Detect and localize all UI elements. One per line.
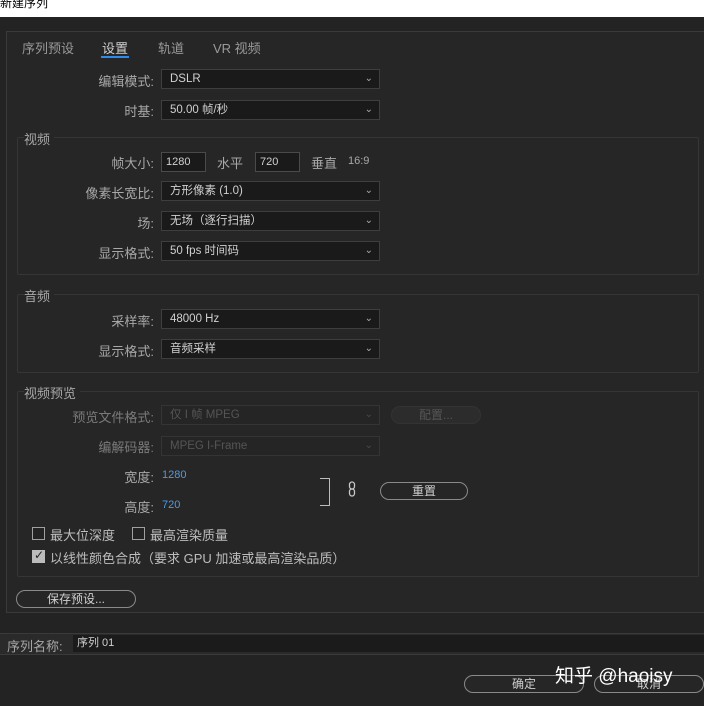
vertical-label: 垂直: [311, 156, 338, 171]
codec-value: MPEG I-Frame: [170, 440, 248, 452]
linear-color-checkbox[interactable]: [32, 548, 45, 563]
window-title: 新建序列: [0, 0, 49, 10]
audio-display-format-dropdown[interactable]: 音频采样 ⌄: [161, 339, 380, 359]
preview-file-format-dropdown: 仅 I 帧 MPEG ⌄: [161, 405, 380, 425]
chevron-down-icon: ⌄: [364, 440, 373, 451]
fields-dropdown[interactable]: 无场（逐行扫描） ⌄: [161, 211, 380, 231]
tab-tracks[interactable]: 轨道: [158, 38, 184, 57]
chevron-down-icon: ⌄: [364, 313, 373, 324]
link-bracket: [320, 478, 330, 506]
preview-width-value[interactable]: 1280: [162, 469, 186, 481]
audio-display-format-label: 显示格式:: [98, 344, 154, 359]
editing-mode-dropdown[interactable]: DSLR ⌄: [161, 69, 380, 89]
pixel-aspect-label: 像素长宽比:: [85, 186, 154, 201]
save-preset-button[interactable]: 保存预设...: [16, 590, 136, 608]
reset-button[interactable]: 重置: [380, 482, 468, 500]
title-bar: 新建序列: [0, 0, 704, 17]
pixel-aspect-value: 方形像素 (1.0): [170, 185, 243, 197]
linear-color-label: 以线性颜色合成（要求 GPU 加速或最高渲染品质）: [50, 551, 346, 566]
horizontal-label: 水平: [217, 156, 244, 171]
active-tab-indicator: [101, 56, 129, 58]
preview-file-format-value: 仅 I 帧 MPEG: [170, 409, 240, 421]
chevron-down-icon: ⌄: [364, 245, 373, 256]
timebase-label: 时基:: [124, 104, 154, 119]
timebase-dropdown[interactable]: 50.00 帧/秒 ⌄: [161, 100, 380, 120]
sequence-name-label: 序列名称:: [7, 639, 63, 654]
preview-file-format-label: 预览文件格式:: [72, 410, 154, 425]
audio-group-title: 音频: [24, 286, 55, 305]
chevron-down-icon: ⌄: [364, 409, 373, 420]
fields-value: 无场（逐行扫描）: [170, 215, 262, 227]
video-display-format-label: 显示格式:: [98, 246, 154, 261]
tab-vr-video[interactable]: VR 视频: [213, 38, 261, 57]
frame-size-label: 帧大小:: [111, 156, 154, 171]
chevron-down-icon: ⌄: [364, 104, 373, 115]
editing-mode-value: DSLR: [170, 73, 201, 85]
video-display-format-dropdown[interactable]: 50 fps 时间码 ⌄: [161, 241, 380, 261]
max-render-quality-label: 最高渲染质量: [150, 528, 229, 543]
timebase-value: 50.00 帧/秒: [170, 104, 229, 116]
chevron-down-icon: ⌄: [364, 73, 373, 84]
pixel-aspect-dropdown[interactable]: 方形像素 (1.0) ⌄: [161, 181, 380, 201]
link-icon[interactable]: [347, 481, 358, 497]
frame-height-input[interactable]: 720: [255, 152, 300, 172]
max-bit-depth-checkbox[interactable]: [32, 527, 45, 540]
video-preview-group-title: 视频预览: [24, 383, 81, 402]
configure-button: 配置...: [391, 406, 481, 424]
aspect-ratio-value: 16:9: [348, 155, 370, 167]
sample-rate-label: 采样率:: [111, 314, 154, 329]
max-bit-depth-label: 最大位深度: [50, 528, 116, 543]
frame-width-input[interactable]: 1280: [161, 152, 206, 172]
audio-display-format-value: 音频采样: [170, 343, 216, 355]
chevron-down-icon: ⌄: [364, 343, 373, 354]
max-render-quality-checkbox[interactable]: [132, 527, 145, 540]
fields-label: 场:: [137, 216, 154, 231]
audio-group: [17, 294, 699, 373]
tab-settings[interactable]: 设置: [102, 38, 128, 57]
sequence-name-input[interactable]: 序列 01: [73, 635, 704, 652]
sample-rate-dropdown[interactable]: 48000 Hz ⌄: [161, 309, 380, 329]
chevron-down-icon: ⌄: [364, 215, 373, 226]
preview-height-value[interactable]: 720: [162, 499, 180, 511]
codec-dropdown: MPEG I-Frame ⌄: [161, 436, 380, 456]
preview-height-label: 高度:: [124, 500, 154, 515]
tab-sequence-presets[interactable]: 序列预设: [22, 38, 74, 57]
watermark-text: 知乎 @haoisy: [555, 666, 673, 687]
chevron-down-icon: ⌄: [364, 185, 373, 196]
preview-width-label: 宽度:: [124, 470, 154, 485]
editing-mode-label: 编辑模式:: [98, 74, 154, 89]
video-display-format-value: 50 fps 时间码: [170, 245, 240, 257]
sample-rate-value: 48000 Hz: [170, 313, 220, 325]
video-group-title: 视频: [24, 129, 55, 148]
codec-label: 编解码器:: [98, 440, 154, 455]
